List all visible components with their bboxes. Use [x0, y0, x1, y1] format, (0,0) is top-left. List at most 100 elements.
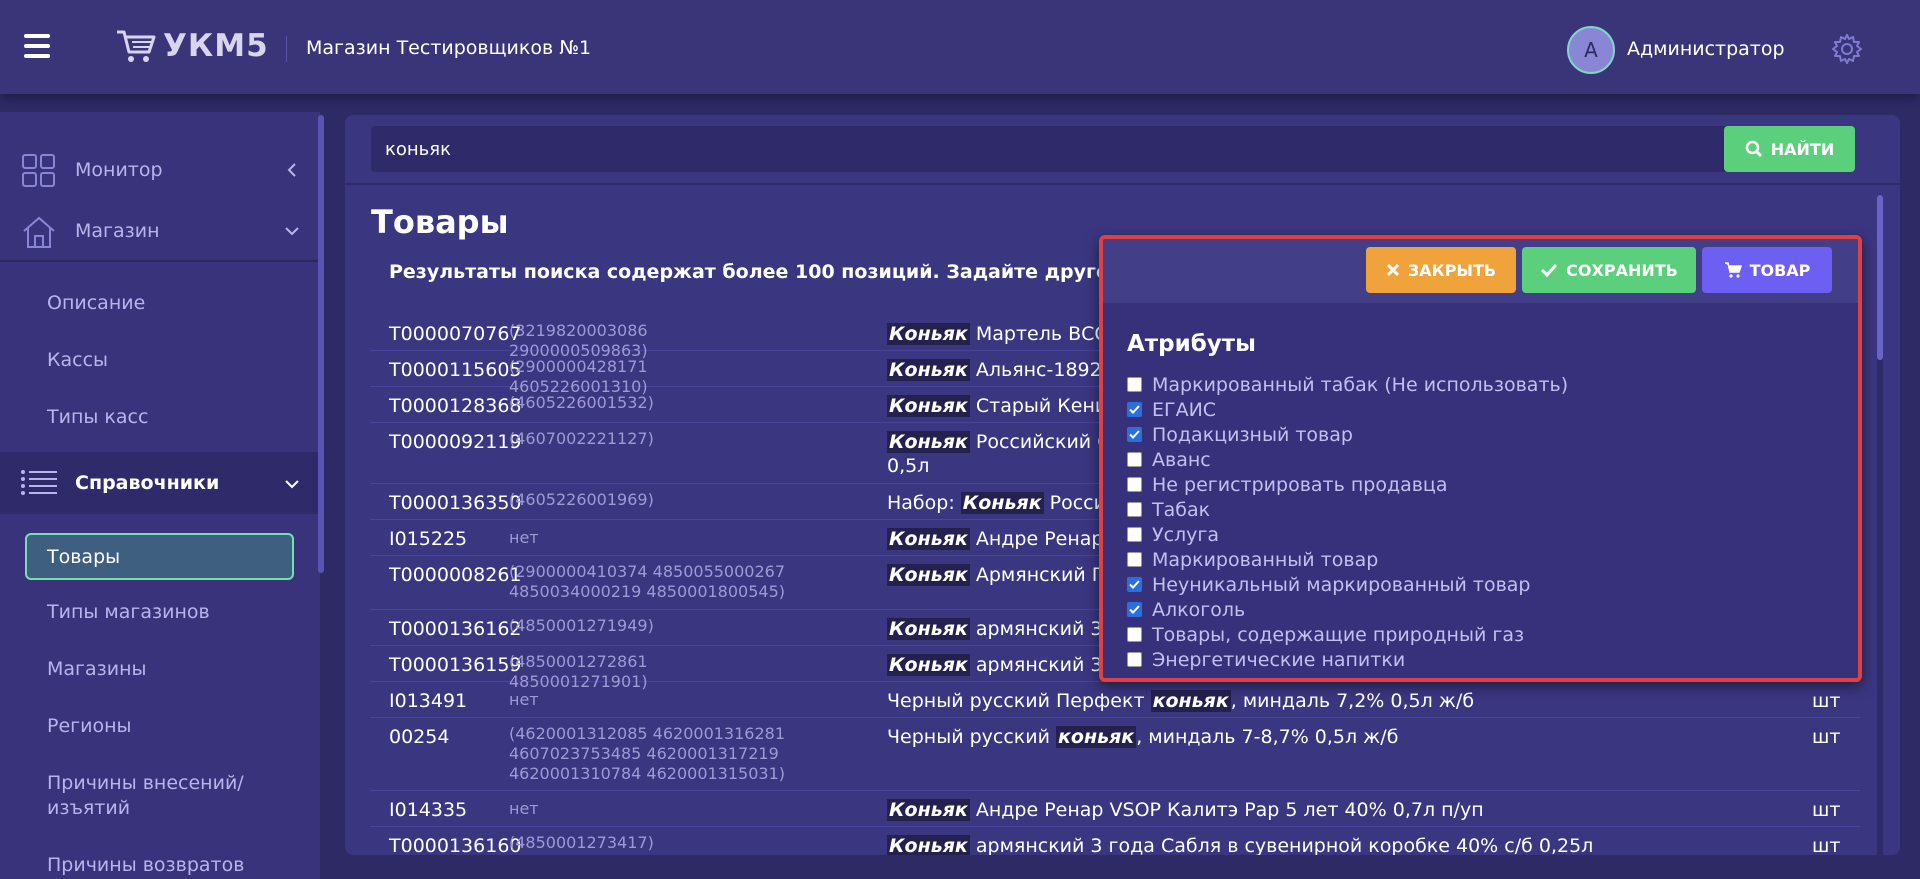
attribute-checkbox[interactable]	[1127, 502, 1142, 517]
search-input[interactable]	[371, 126, 1723, 172]
cart-icon	[1724, 262, 1742, 278]
attribute-label: Аванс	[1152, 448, 1211, 471]
sidebar-subitem-stores[interactable]: Магазины	[47, 658, 147, 680]
product-barcodes: (4605226001532)	[509, 393, 654, 412]
attribute-label: Товары, содержащие природный газ	[1152, 623, 1525, 646]
product-name[interactable]: Коньяк Андре Ренар VSOP Калитэ Рар 5 лет…	[887, 799, 1767, 821]
logo-text: УКМ5	[163, 28, 269, 64]
attribute-checkbox[interactable]	[1127, 602, 1142, 617]
search-highlight: Коньяк	[887, 799, 970, 821]
table-row[interactable]: I013491 нет Черный русский Перфект коньяк,…	[370, 682, 1860, 718]
attribute-checkbox[interactable]	[1127, 402, 1142, 417]
user-name[interactable]: Администратор	[1627, 38, 1785, 60]
attribute-checkbox[interactable]	[1127, 427, 1142, 442]
attribute-checkbox[interactable]	[1127, 552, 1142, 567]
attribute-label: ЕГАИС	[1152, 398, 1217, 421]
product-code: I014335	[389, 799, 468, 821]
attribute-label: Алкоголь	[1152, 598, 1246, 621]
table-row[interactable]: I014335 нет Коньяк Андре Ренар VSOP Калитэ…	[370, 791, 1860, 827]
attribute-item[interactable]: Не регистрировать продавца	[1127, 472, 1827, 497]
product-unit: шт	[1812, 835, 1841, 855]
product-code: T0000008261	[389, 564, 522, 586]
product-unit: шт	[1812, 726, 1841, 748]
search-notice: Результаты поиска содержат более 100 поз…	[389, 261, 1109, 283]
attribute-item[interactable]: Табак	[1127, 497, 1827, 522]
product-code: T0000115605	[389, 359, 522, 381]
product-name[interactable]: Коньяк армянский 3 года Сабля в сувенирн…	[887, 835, 1767, 855]
search-highlight: Коньяк	[887, 359, 970, 381]
search-highlight: Коньяк	[887, 835, 970, 855]
attribute-item[interactable]: Неуникальный маркированный товар	[1127, 572, 1827, 597]
attribute-item[interactable]: Алкоголь	[1127, 597, 1827, 622]
product-name-prefix: Набор:	[887, 492, 961, 514]
sidebar-subitem-label-line2: изъятий	[47, 797, 131, 819]
close-button-label: ЗАКРЫТЬ	[1407, 260, 1497, 280]
product-code: 00254	[389, 726, 450, 748]
attribute-label: Энергетические напитки	[1152, 648, 1406, 671]
product-code: I015225	[389, 528, 468, 550]
sidebar-subitem-goods[interactable]: Товары	[25, 533, 294, 580]
sidebar-subitem-register-types[interactable]: Типы касс	[47, 406, 148, 428]
attribute-label: Подакцизный товар	[1152, 423, 1353, 446]
sidebar-subitem-regions[interactable]: Регионы	[47, 715, 132, 737]
attribute-checkbox[interactable]	[1127, 577, 1142, 592]
search-button[interactable]: НАЙТИ	[1724, 126, 1855, 172]
attribute-item[interactable]: Товары, содержащие природный газ	[1127, 622, 1827, 647]
sidebar-subitem-store-types[interactable]: Типы магазинов	[47, 601, 210, 623]
close-button[interactable]: ЗАКРЫТЬ	[1366, 247, 1516, 293]
attribute-item[interactable]: Подакцизный товар	[1127, 422, 1827, 447]
attribute-checkbox[interactable]	[1127, 452, 1142, 467]
attribute-label: Не регистрировать продавца	[1152, 473, 1448, 496]
attribute-checkbox[interactable]	[1127, 527, 1142, 542]
attribute-item[interactable]: Маркированный товар	[1127, 547, 1827, 572]
gear-icon[interactable]	[1831, 33, 1863, 65]
product-name-prefix: Черный русский Перфект	[887, 690, 1151, 712]
product-barcodes: (4850001273417)	[509, 833, 654, 852]
sidebar-item-monitor[interactable]: Монитор	[0, 142, 318, 198]
attributes-popup: ЗАКРЫТЬ СОХРАНИТЬ ТОВАР Атрибуты Маркиро…	[1099, 235, 1862, 682]
goods-button[interactable]: ТОВАР	[1702, 247, 1832, 293]
attribute-item[interactable]: Энергетические напитки	[1127, 647, 1827, 672]
product-barcodes: (4620001312085 4620001316281 46070237534…	[509, 724, 785, 783]
product-name-suffix: , миндаль 7,2% 0,5л ж/б	[1230, 690, 1475, 712]
sidebar-subitem-deposit-reasons[interactable]: Причины внесений/ изъятий	[47, 772, 244, 819]
product-code: T0000136160	[389, 835, 522, 855]
avatar[interactable]: А	[1567, 26, 1615, 74]
product-name[interactable]: Черный русский Перфект коньяк, миндаль 7…	[887, 690, 1767, 712]
attribute-item[interactable]: Маркированный табак (Не использовать)	[1127, 372, 1827, 397]
sidebar-item-label: Монитор	[75, 159, 163, 181]
save-button[interactable]: СОХРАНИТЬ	[1522, 247, 1696, 293]
attribute-checkbox[interactable]	[1127, 477, 1142, 492]
sidebar-scrollbar[interactable]	[318, 115, 324, 573]
search-highlight: Коньяк	[887, 528, 970, 550]
search-highlight: Коньяк	[887, 323, 970, 345]
attribute-checkbox[interactable]	[1127, 627, 1142, 642]
search-icon	[1745, 140, 1762, 158]
product-code: T0000092119	[389, 431, 522, 453]
sidebar-subitem-label-line1: Причины внесений/	[47, 772, 244, 794]
attribute-checkbox[interactable]	[1127, 377, 1142, 392]
attribute-item[interactable]: Услуга	[1127, 522, 1827, 547]
main-scrollbar-thumb[interactable]	[1877, 195, 1883, 360]
sidebar-subitem-return-reasons[interactable]: Причины возвратов	[47, 854, 244, 876]
menu-icon[interactable]	[24, 34, 50, 58]
table-row[interactable]: 00254 (4620001312085 4620001316281 460702…	[370, 718, 1860, 791]
attribute-checkbox[interactable]	[1127, 652, 1142, 667]
product-name[interactable]: Черный русский коньяк, миндаль 7-8,7% 0,…	[887, 726, 1767, 748]
attribute-item[interactable]: ЕГАИС	[1127, 397, 1827, 422]
page-title: Товары	[371, 203, 509, 241]
product-barcodes: (2900000410374 4850055000267 48500340002…	[509, 562, 785, 601]
attribute-label: Маркированный товар	[1152, 548, 1379, 571]
chevron-down-icon	[285, 480, 299, 489]
sidebar-item-directories[interactable]: Справочники	[0, 452, 318, 514]
attributes-list: Маркированный табак (Не использовать) ЕГА…	[1127, 372, 1827, 672]
attribute-item[interactable]: Аванс	[1127, 447, 1827, 472]
goods-button-label: ТОВАР	[1749, 260, 1811, 280]
sidebar-subitem-cash-registers[interactable]: Кассы	[47, 349, 108, 371]
table-row[interactable]: T0000136160 (4850001273417) Коньяк армянск…	[370, 827, 1860, 855]
search-button-label: НАЙТИ	[1770, 139, 1835, 159]
sidebar-subitem-description[interactable]: Описание	[47, 292, 145, 314]
logo[interactable]: УКМ5	[115, 28, 269, 64]
sidebar-item-shop[interactable]: Магазин	[0, 203, 318, 259]
store-name[interactable]: Магазин Тестировщиков №1	[306, 37, 591, 59]
